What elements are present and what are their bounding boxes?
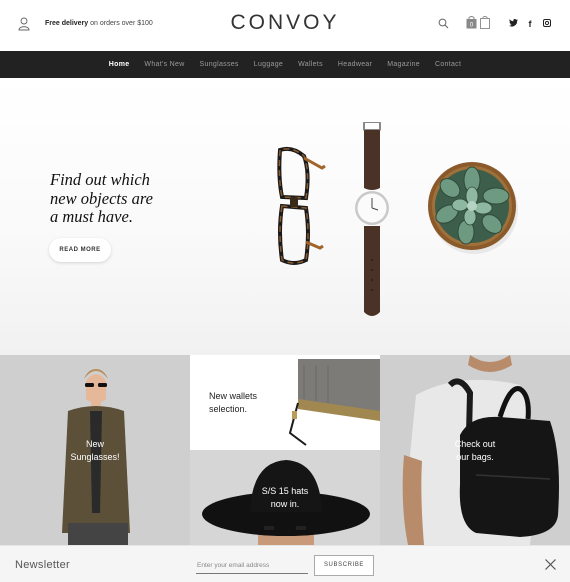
- tile-bags-label: Check out our bags.: [425, 438, 525, 464]
- tile-sunglasses[interactable]: New Sunglasses!: [0, 355, 190, 545]
- search-icon[interactable]: [438, 18, 449, 29]
- tile-label-line: Sunglasses!: [70, 452, 120, 462]
- tile-label-line: S/S 15 hats: [261, 486, 309, 496]
- nav-item-sunglasses[interactable]: Sunglasses: [192, 61, 246, 68]
- tile-bags[interactable]: Check out our bags.: [380, 355, 570, 545]
- twitter-icon[interactable]: [509, 19, 518, 29]
- nav-item-contact[interactable]: Contact: [427, 61, 468, 68]
- nav-item-magazine[interactable]: Magazine: [380, 61, 428, 68]
- hero-title: Find out which new objects are a must ha…: [50, 170, 210, 227]
- tile-label-line: our bags.: [456, 452, 494, 462]
- tile-sunglasses-label: New Sunglasses!: [45, 438, 145, 464]
- tile-label-line: Check out: [454, 439, 496, 449]
- tile-wallets[interactable]: New wallets selection.: [190, 355, 380, 450]
- top-bar: Free delivery on orders over $100 CONVOY…: [0, 0, 570, 51]
- instagram-icon[interactable]: [543, 19, 551, 29]
- tile-label-line: now in.: [270, 499, 300, 509]
- close-icon[interactable]: [544, 558, 557, 571]
- tile-wallets-label: New wallets selection.: [209, 390, 289, 416]
- hero-banner: Find out which new objects are a must ha…: [0, 78, 570, 355]
- succulent-image: [428, 162, 518, 254]
- hero-title-line: a must have.: [50, 207, 133, 226]
- read-more-button[interactable]: READ MORE: [49, 238, 111, 262]
- hero-title-line: new objects are: [50, 188, 153, 208]
- subscribe-button[interactable]: SUBSCRIBE: [314, 555, 374, 576]
- main-nav: Home What's New Sunglasses Luggage Walle…: [0, 51, 570, 78]
- hero-title-line: Find out which: [50, 170, 150, 189]
- newsletter-bar: Newsletter SUBSCRIBE: [0, 545, 570, 582]
- wallet-image: [288, 359, 380, 446]
- watch-image: [355, 122, 389, 316]
- nav-item-luggage[interactable]: Luggage: [246, 61, 290, 68]
- wishlist-icon[interactable]: [480, 16, 490, 29]
- tile-hats[interactable]: S/S 15 hats now in.: [190, 450, 380, 545]
- tile-label-line: selection.: [209, 404, 248, 414]
- nav-item-wallets[interactable]: Wallets: [291, 61, 331, 68]
- nav-item-whats-new[interactable]: What's New: [137, 61, 192, 68]
- nav-item-home[interactable]: Home: [101, 61, 137, 68]
- glasses-image: [277, 146, 326, 265]
- newsletter-email-input[interactable]: [196, 557, 308, 574]
- social-links: f: [509, 19, 551, 29]
- tile-label-line: New wallets: [209, 391, 258, 401]
- tile-hats-label: S/S 15 hats now in.: [235, 485, 335, 511]
- tile-label-line: New: [85, 439, 104, 449]
- cart-icon[interactable]: 0: [466, 16, 477, 29]
- facebook-icon[interactable]: f: [526, 19, 534, 29]
- nav-item-headwear[interactable]: Headwear: [330, 61, 379, 68]
- newsletter-title: Newsletter: [15, 559, 70, 571]
